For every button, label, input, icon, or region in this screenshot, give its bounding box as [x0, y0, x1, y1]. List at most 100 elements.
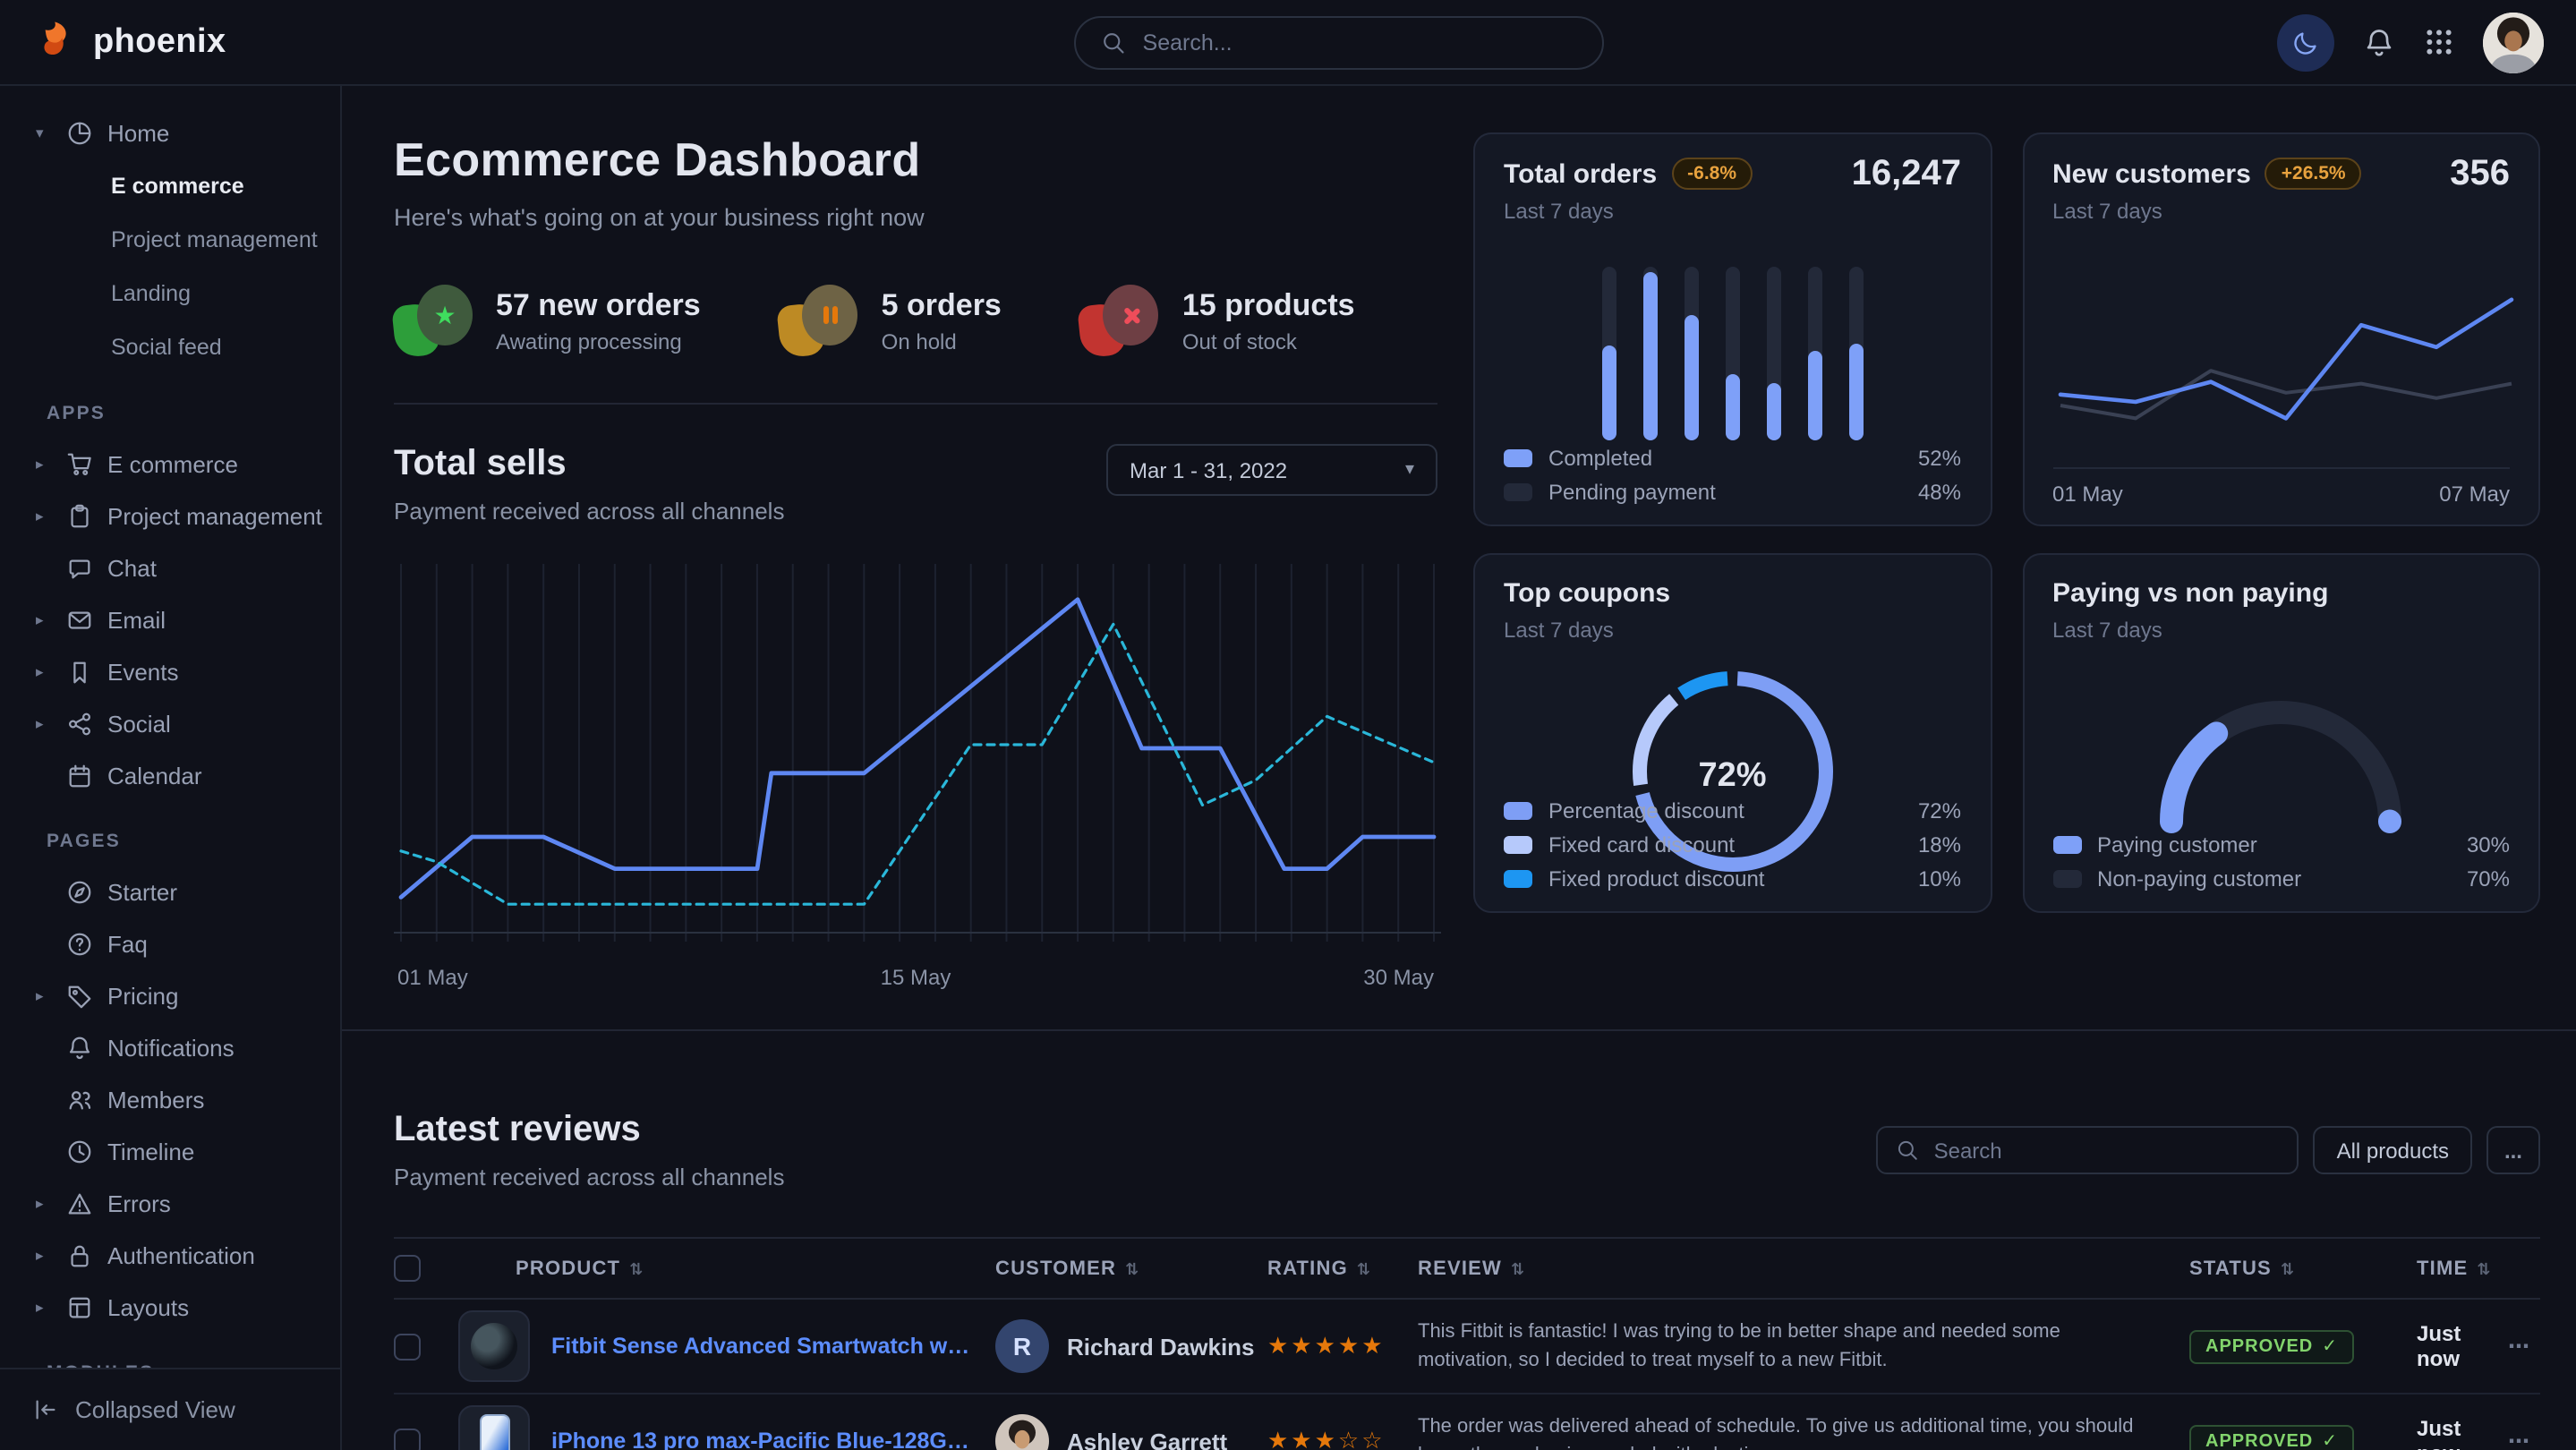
col-customer[interactable]: CUSTOMER⇅ — [995, 1258, 1267, 1279]
total-orders-card: Total orders -6.8% 16,247 Last 7 days Co… — [1473, 132, 1992, 526]
collapsed-view-button[interactable]: Collapsed View — [0, 1368, 340, 1450]
sidebar-item-label: Members — [107, 1087, 204, 1113]
reviews-table-header: PRODUCT⇅CUSTOMER⇅RATING⇅REVIEW⇅STATUS⇅TI… — [394, 1237, 2540, 1300]
bell-icon[interactable] — [2363, 26, 2395, 58]
sidebar-item-authentication[interactable]: ▸ Authentication — [0, 1230, 340, 1282]
sidebar-item-label: Calendar — [107, 763, 202, 789]
clipboard-icon — [66, 503, 93, 530]
top-navbar: phoenix Search... — [0, 0, 2576, 86]
apps-grid-icon[interactable] — [2424, 27, 2454, 57]
col-product[interactable]: PRODUCT⇅ — [458, 1258, 995, 1279]
row-menu-button[interactable]: ⋯ — [2508, 1429, 2529, 1450]
x-axis-label: 30 May — [1363, 965, 1434, 990]
legend-swatch — [1504, 802, 1532, 820]
legend-value: 48% — [1918, 480, 1961, 505]
top-coupons-card: Top coupons Last 7 days 72% Percentage d… — [1473, 553, 1992, 913]
sidebar-item-email[interactable]: ▸ Email — [0, 594, 340, 646]
legend-row: Completed 52% — [1504, 446, 1961, 471]
product-link[interactable]: Fitbit Sense Advanced Smartwatch with To… — [551, 1334, 970, 1359]
legend-label: Percentage discount — [1548, 798, 1918, 823]
sidebar-item-pricing[interactable]: ▸ Pricing — [0, 970, 340, 1022]
date-range-select[interactable]: Mar 1 - 31, 2022 ▾ — [1106, 444, 1437, 496]
section-divider — [342, 1029, 2576, 1031]
legend-label: Completed — [1548, 446, 1918, 471]
cart-icon — [66, 451, 93, 478]
sidebar-item-label: Authentication — [107, 1242, 255, 1269]
navbar-actions — [2277, 12, 2544, 72]
row-menu-button[interactable]: ⋯ — [2508, 1334, 2529, 1359]
tag-icon — [66, 983, 93, 1010]
product-image — [471, 1323, 517, 1369]
avatar-photo — [995, 1414, 1049, 1450]
col-rating[interactable]: RATING⇅ — [1267, 1258, 1418, 1279]
logo[interactable]: phoenix — [32, 19, 226, 65]
top-coupons-legend: Percentage discount 72% Fixed card disco… — [1504, 798, 1961, 891]
new-customers-x-labels: 01 May07 May — [2052, 467, 2510, 507]
rating-stars: ★★★☆☆ — [1267, 1427, 1418, 1450]
reviews-table-body: Fitbit Sense Advanced Smartwatch with To… — [394, 1300, 2540, 1450]
stats-divider — [394, 403, 1437, 405]
sidebar-item-calendar[interactable]: Calendar — [0, 750, 340, 802]
review-text: The order was delivered ahead of schedul… — [1418, 1412, 2189, 1450]
new-customers-period: Last 7 days — [2052, 199, 2510, 224]
total-sells-title: Total sells — [394, 444, 784, 485]
bar — [1726, 267, 1740, 440]
bar — [1602, 267, 1616, 440]
reviews-search-input[interactable]: Search — [1877, 1126, 2299, 1174]
col-status[interactable]: STATUS⇅ — [2189, 1258, 2417, 1279]
sidebar-item-project-management[interactable]: ▸ Project management — [0, 490, 340, 542]
row-checkbox[interactable] — [394, 1333, 421, 1360]
phoenix-logo-icon — [32, 19, 79, 65]
sidebar-item-errors[interactable]: ▸ Errors — [0, 1178, 340, 1230]
sidebar-item-e-commerce[interactable]: ▸ E commerce — [0, 439, 340, 490]
legend-row: Fixed product discount 10% — [1504, 866, 1961, 891]
sidebar-item-starter[interactable]: Starter — [0, 866, 340, 918]
paying-card: Paying vs non paying Last 7 days Paying … — [2022, 553, 2540, 913]
reviews-more-button[interactable]: ... — [2486, 1126, 2540, 1174]
legend-value: 10% — [1918, 866, 1961, 891]
sidebar-subitem-e-commerce[interactable]: E commerce — [0, 159, 340, 213]
col-time[interactable]: TIME⇅ — [2417, 1258, 2540, 1279]
user-avatar[interactable] — [2483, 12, 2544, 72]
paying-gauge-chart — [2147, 686, 2416, 836]
legend-swatch — [1504, 870, 1532, 888]
select-all-checkbox[interactable] — [394, 1255, 421, 1282]
layout-icon — [66, 1294, 93, 1321]
sidebar-item-faq[interactable]: Faq — [0, 918, 340, 970]
avatar: R — [995, 1319, 1049, 1373]
product-thumbnail[interactable] — [458, 1310, 530, 1382]
legend-row: Non-paying customer 70% — [2052, 866, 2510, 891]
total-orders-legend: Completed 52% Pending payment 48% — [1504, 446, 1961, 505]
dark-mode-toggle[interactable] — [2277, 13, 2334, 71]
sidebar-item-members[interactable]: Members — [0, 1074, 340, 1126]
sidebar-subitem-landing[interactable]: Landing — [0, 267, 340, 320]
legend-swatch — [1504, 836, 1532, 854]
sidebar-subitem-social-feed[interactable]: Social feed — [0, 320, 340, 374]
row-checkbox[interactable] — [394, 1428, 421, 1450]
sidebar-item-notifications[interactable]: Notifications — [0, 1022, 340, 1074]
sidebar-item-timeline[interactable]: Timeline — [0, 1126, 340, 1178]
sidebar-item-chat[interactable]: Chat — [0, 542, 340, 594]
product-thumbnail[interactable] — [458, 1405, 530, 1450]
paying-title: Paying vs non paying — [2052, 578, 2328, 609]
sidebar-item-label: Social — [107, 711, 171, 738]
global-search-input[interactable]: Search... — [1075, 15, 1605, 69]
sidebar-item-home[interactable]: ▾ Home — [0, 107, 340, 159]
col-review[interactable]: REVIEW⇅ — [1418, 1258, 2189, 1279]
all-products-button[interactable]: All products — [2314, 1126, 2472, 1174]
sidebar-subitem-project-management[interactable]: Project management — [0, 213, 340, 267]
sidebar-item-layouts[interactable]: ▸ Layouts — [0, 1282, 340, 1334]
sidebar-item-label: E commerce — [107, 451, 238, 478]
clock-icon — [66, 1139, 93, 1165]
legend-row: Pending payment 48% — [1504, 480, 1961, 505]
sidebar-item-events[interactable]: ▸ Events — [0, 646, 340, 698]
check-icon: ✓ — [2322, 1432, 2338, 1450]
bell-icon — [66, 1035, 93, 1062]
product-link[interactable]: iPhone 13 pro max-Pacific Blue-128GB sto… — [551, 1429, 970, 1450]
reviews-table: PRODUCT⇅CUSTOMER⇅RATING⇅REVIEW⇅STATUS⇅TI… — [394, 1237, 2540, 1450]
stat-icon — [1080, 285, 1159, 356]
sidebar-item-social[interactable]: ▸ Social — [0, 698, 340, 750]
sidebar-item-label: Starter — [107, 879, 177, 906]
total-orders-value: 16,247 — [1852, 154, 1961, 195]
total-sells-x-labels: 01 May15 May30 May — [394, 965, 1437, 990]
